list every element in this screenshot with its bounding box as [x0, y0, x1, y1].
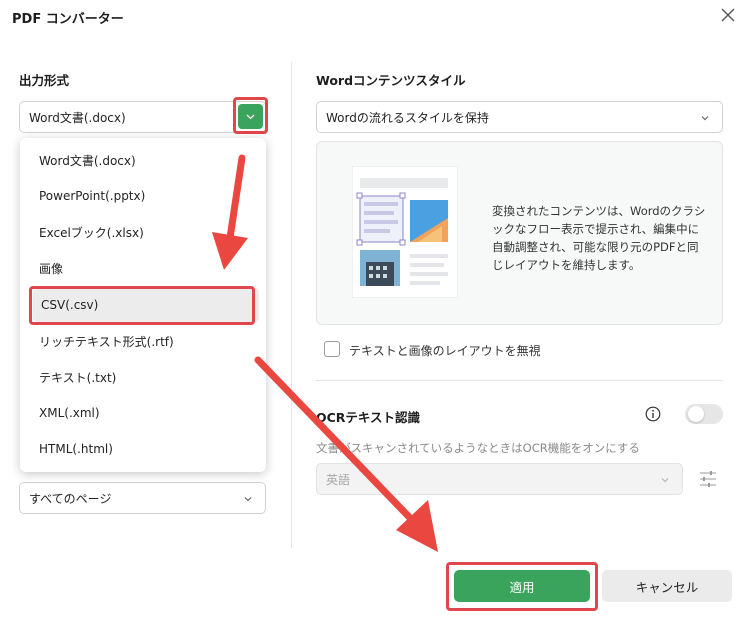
menu-item-rtf[interactable]: リッチテキスト形式(.rtf) — [20, 324, 266, 358]
ignore-layout-checkbox[interactable] — [324, 341, 340, 357]
toggle-knob — [688, 406, 704, 422]
highlight-box-apply — [446, 562, 598, 611]
page-range-select[interactable]: すべてのページ — [19, 482, 266, 514]
ocr-description: 文書がスキャンされているようなときはOCR機能をオンにする — [316, 441, 640, 455]
arrow-to-apply — [254, 356, 438, 552]
content-style-value: Wordの流れるスタイルを保持 — [326, 110, 489, 125]
highlight-box-csv — [29, 286, 255, 325]
chevron-down-icon — [244, 497, 252, 502]
menu-item-txt[interactable]: テキスト(.txt) — [20, 360, 266, 394]
ocr-section-title: OCRテキスト認識 — [316, 410, 421, 425]
ocr-toggle-switch[interactable] — [685, 404, 723, 424]
ocr-language-value: 英語 — [326, 472, 351, 487]
content-style-label: Wordコンテンツスタイル — [316, 73, 466, 88]
menu-item-image[interactable]: 画像 — [20, 251, 266, 285]
window-title: PDF コンバーター — [12, 12, 124, 27]
column-divider — [291, 62, 292, 548]
highlight-box-dropdown-toggle — [233, 97, 268, 134]
style-preview-description: 変換されたコンテンツは、Wordのクラシックなフロー表示で提示され、編集中に自動… — [492, 204, 706, 272]
info-icon[interactable] — [645, 406, 661, 422]
menu-item-xlsx[interactable]: Excelブック(.xlsx) — [20, 215, 266, 249]
ocr-language-select[interactable]: 英語 — [316, 463, 683, 495]
output-format-value: Word文書(.docx) — [29, 110, 126, 125]
chevron-down-icon — [701, 116, 709, 121]
content-style-select[interactable]: Wordの流れるスタイルを保持 — [316, 101, 723, 133]
section-divider — [316, 380, 723, 381]
menu-item-docx[interactable]: Word文書(.docx) — [20, 143, 266, 177]
document-preview-illustration — [352, 166, 458, 298]
sliders-icon[interactable] — [699, 469, 717, 489]
menu-item-xml[interactable]: XML(.xml) — [20, 396, 266, 430]
chevron-down-icon — [661, 478, 669, 483]
ignore-layout-checkbox-label: テキストと画像のレイアウトを無視 — [349, 344, 541, 358]
output-format-label: 出力形式 — [19, 73, 70, 88]
cancel-button[interactable]: キャンセル — [602, 570, 732, 602]
output-format-select[interactable]: Word文書(.docx) — [19, 101, 266, 133]
menu-item-pptx[interactable]: PowerPoint(.pptx) — [20, 179, 266, 213]
menu-item-html[interactable]: HTML(.html) — [20, 432, 266, 466]
page-range-value: すべてのページ — [29, 491, 112, 506]
title-bar: PDF コンバーター — [0, 0, 747, 34]
close-icon[interactable] — [719, 6, 737, 24]
